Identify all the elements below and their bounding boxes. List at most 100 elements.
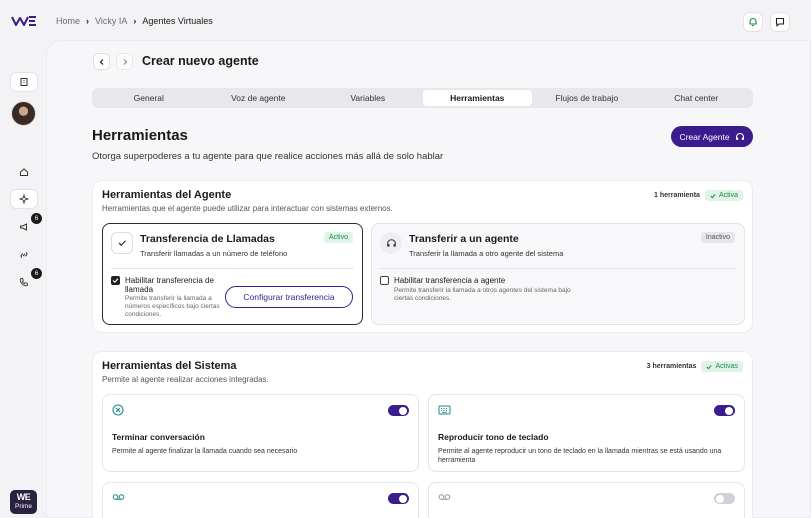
- tool-call-transfer-icon: [111, 232, 133, 254]
- history-nav: [93, 53, 133, 70]
- building-icon: [20, 78, 28, 86]
- prime-logo-mark: WE: [16, 492, 31, 503]
- phone-icon: [19, 278, 28, 287]
- link-icon: [20, 252, 28, 258]
- breadcrumb-current: Agentes Virtuales: [142, 16, 213, 26]
- page-title: Crear nuevo agente: [142, 54, 259, 68]
- section-subtitle: Otorga superpoderes a tu agente para que…: [92, 151, 444, 162]
- tab-general[interactable]: General: [94, 90, 204, 106]
- voicemail-disabled-toggle[interactable]: [714, 493, 735, 504]
- enable-agent-transfer-checkbox[interactable]: [380, 276, 389, 285]
- tab-voz-de-agente[interactable]: Voz de agente: [204, 90, 314, 106]
- headset-icon: [735, 132, 744, 140]
- checkbox-label: Habilitar transferencia de llamada: [125, 276, 214, 295]
- tool-status-tag: Activo: [323, 232, 353, 243]
- agent-tools-count-text: 1 herramienta: [654, 192, 700, 199]
- headset-icon: [386, 238, 396, 247]
- system-tool-dtmf: Reproducir tono de teclado Permite al ag…: [428, 394, 745, 472]
- section-heading: Herramientas: [92, 127, 188, 144]
- breadcrumb-vicky[interactable]: Vicky IA: [95, 16, 127, 26]
- end-call-toggle[interactable]: [388, 405, 409, 416]
- we-logo-icon[interactable]: [11, 14, 37, 28]
- tab-flujos-de-trabajo[interactable]: Flujos de trabajo: [532, 90, 642, 106]
- toggle-knob: [399, 406, 407, 415]
- check-icon: [118, 240, 126, 246]
- breadcrumb-home[interactable]: Home: [56, 16, 80, 26]
- megaphone-icon: [20, 223, 27, 231]
- sparkle-icon: [19, 194, 29, 204]
- system-tool-voicemail: [102, 482, 419, 518]
- tab-variables[interactable]: Variables: [313, 90, 423, 106]
- prime-logo[interactable]: WE Prime: [10, 490, 37, 514]
- system-tools-count-text: 3 herramientas: [646, 363, 697, 370]
- system-tools-count: 3 herramientas Activas: [647, 361, 743, 372]
- tool-status-tag: Inactivo: [700, 232, 735, 243]
- messages-button[interactable]: [770, 12, 790, 32]
- voicemail-icon: [112, 494, 125, 500]
- toggle-knob: [725, 406, 733, 415]
- checkbox-help: Permite transferir la llamada a otros ag…: [394, 287, 571, 302]
- top-bar: Home › Vicky IA › Agentes Virtuales: [0, 0, 811, 44]
- notifications-button[interactable]: [743, 12, 763, 32]
- system-tool-description: Permite al agente reproducir un tono de …: [438, 448, 722, 465]
- system-tools-subtitle: Permite al agente realizar acciones inte…: [102, 375, 269, 384]
- breadcrumb: Home › Vicky IA › Agentes Virtuales: [56, 16, 213, 26]
- toggle-knob: [399, 494, 407, 503]
- tab-chat-center[interactable]: Chat center: [642, 90, 752, 106]
- system-tool-end-call: Terminar conversación Permite al agente …: [102, 394, 419, 472]
- check-icon: [710, 193, 716, 198]
- status-badge-text: Activas: [715, 363, 738, 370]
- voicemail-icon: [438, 494, 451, 500]
- configure-transfer-button[interactable]: Configurar transferencia: [225, 286, 353, 308]
- dtmf-toggle[interactable]: [714, 405, 735, 416]
- checkbox-help: Permite transferir la llamada a números …: [125, 295, 220, 318]
- create-agent-label: Crear Agente: [679, 131, 730, 142]
- chevron-right-icon: ›: [86, 16, 90, 26]
- chevron-left-icon: [99, 58, 103, 65]
- tool-description: Transferir la llamada a otro agente del …: [409, 249, 564, 258]
- chevron-right-icon: ›: [133, 16, 137, 26]
- keyboard-icon: [438, 405, 451, 415]
- toggle-knob: [716, 494, 724, 503]
- agent-tools-count: 1 herramienta Activa: [654, 190, 743, 201]
- create-agent-button[interactable]: Crear Agente: [671, 126, 753, 147]
- sidebar-item-ai[interactable]: [10, 189, 38, 209]
- status-badge-text: Activa: [718, 192, 738, 199]
- sidebar-item-calls[interactable]: 6: [10, 268, 42, 292]
- system-tool-description: Permite al agente finalizar la llamada c…: [112, 448, 298, 455]
- tool-agent-transfer-icon: [380, 232, 402, 254]
- sidebar-item-home[interactable]: [10, 162, 38, 182]
- home-icon: [20, 168, 28, 176]
- system-tools-card: Herramientas del Sistema Permite al agen…: [92, 351, 753, 518]
- prime-label: Prime: [15, 503, 32, 511]
- main-panel: Crear nuevo agente General Voz de agente…: [46, 40, 811, 518]
- sidebar-item-integrations[interactable]: [10, 245, 38, 265]
- sidebar-item-campaigns[interactable]: 6: [10, 213, 42, 237]
- bell-icon: [749, 18, 757, 27]
- divider: [380, 268, 736, 269]
- tool-description: Transferir llamadas a un número de teléf…: [140, 249, 288, 258]
- system-tools-title: Herramientas del Sistema: [102, 360, 237, 372]
- divider: [111, 268, 354, 269]
- chat-icon: [775, 17, 785, 27]
- agent-tools-card: Herramientas del Agente Herramientas que…: [92, 180, 753, 333]
- sidebar-item-building[interactable]: [10, 72, 38, 92]
- tool-call-transfer[interactable]: Transferencia de Llamadas Transferir lla…: [102, 223, 363, 325]
- avatar[interactable]: [11, 101, 36, 126]
- back-button[interactable]: [93, 53, 110, 70]
- enable-call-transfer-checkbox[interactable]: [111, 276, 120, 285]
- voicemail-toggle[interactable]: [388, 493, 409, 504]
- tool-name: Transferir a un agente: [409, 233, 519, 245]
- tab-herramientas[interactable]: Herramientas: [422, 90, 532, 106]
- tab-bar: General Voz de agente Variables Herramie…: [92, 88, 753, 108]
- agent-tools-subtitle: Herramientas que el agente puede utiliza…: [102, 204, 393, 213]
- circle-x-icon: [112, 404, 124, 416]
- status-badge: Activa: [704, 190, 743, 201]
- check-icon: [706, 364, 713, 369]
- forward-button[interactable]: [116, 53, 133, 70]
- tool-name: Transferencia de Llamadas: [140, 233, 275, 245]
- tool-agent-transfer[interactable]: Transferir a un agente Transferir la lla…: [371, 223, 745, 325]
- checkbox-label: Habilitar transferencia a agente: [394, 276, 506, 285]
- calls-count-badge: 6: [31, 268, 42, 279]
- system-tool-name: Reproducir tono de teclado: [438, 432, 549, 442]
